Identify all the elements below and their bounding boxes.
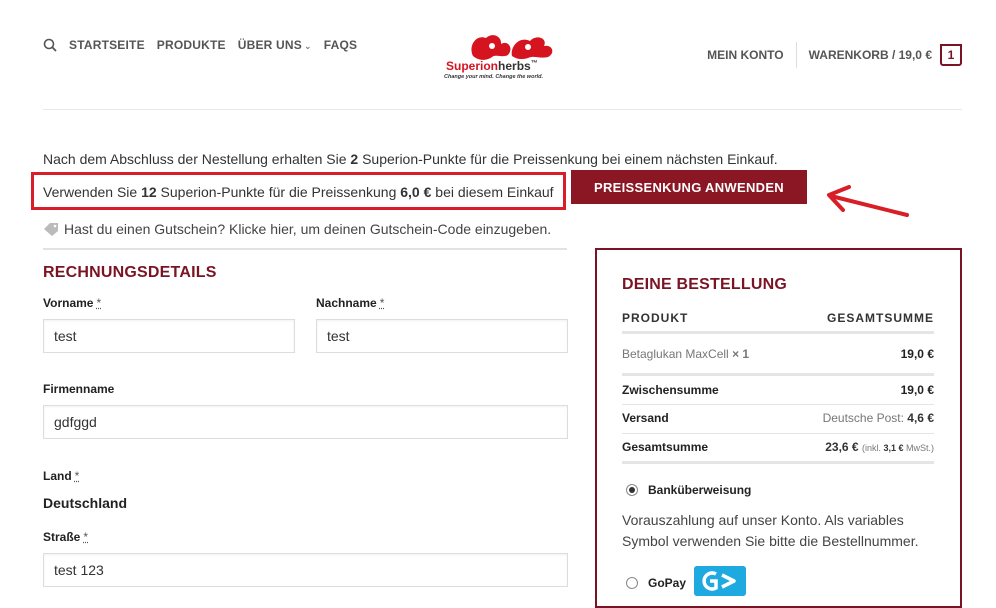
shipping-label: Versand bbox=[622, 411, 669, 425]
last-name-label-text: Nachname bbox=[316, 296, 377, 310]
company-field[interactable]: gdfggd bbox=[43, 405, 568, 439]
radio-unchecked-icon[interactable] bbox=[626, 577, 638, 589]
column-total: GESAMTSUMME bbox=[827, 311, 934, 325]
item-price: 19,0 € bbox=[900, 347, 934, 361]
first-name-field[interactable]: test bbox=[43, 319, 295, 353]
subtotal-row: Zwischensumme 19,0 € bbox=[622, 383, 934, 397]
order-header-row: PRODUKT GESAMTSUMME bbox=[622, 311, 934, 325]
total-value: 23,6 € bbox=[825, 440, 859, 454]
account-nav: MEIN KONTO WARENKORB / 19,0 € 1 bbox=[707, 42, 962, 68]
section-divider bbox=[43, 248, 567, 250]
nav-item-produkte[interactable]: PRODUKTE bbox=[157, 38, 226, 52]
points-info-post: Superion-Punkte für die Preissenkung bei… bbox=[358, 151, 778, 167]
shipping-row: Versand Deutsche Post: 4,6 € bbox=[622, 411, 934, 425]
order-divider bbox=[622, 404, 934, 405]
required-marker: * bbox=[74, 469, 80, 483]
order-divider bbox=[622, 373, 934, 376]
total-row: Gesamtsumme 23,6 € (inkl. 3,1 € MwSt.) bbox=[622, 440, 934, 454]
order-divider bbox=[622, 433, 934, 434]
payment-bank-description: Vorauszahlung auf unser Konto. Als varia… bbox=[622, 512, 919, 549]
gopay-logo-icon bbox=[694, 566, 746, 596]
street-label-text: Straße bbox=[43, 530, 81, 544]
required-marker: * bbox=[379, 296, 385, 310]
logo-brand-red: Superion bbox=[446, 59, 499, 73]
payment-gopay-label: GoPay bbox=[648, 576, 687, 590]
country-label-text: Land bbox=[43, 469, 72, 483]
street-label: Straße * bbox=[43, 530, 88, 544]
last-name-label: Nachname * bbox=[316, 296, 384, 310]
points-available: 12 bbox=[141, 184, 157, 200]
payment-bank-label: Banküberweisung bbox=[648, 483, 752, 497]
street-field[interactable]: test 123 bbox=[43, 553, 568, 587]
last-name-field[interactable]: test bbox=[316, 319, 568, 353]
country-value: Deutschland bbox=[43, 495, 128, 511]
column-product: PRODUKT bbox=[622, 311, 689, 325]
shipping-value: 4,6 € bbox=[907, 411, 934, 425]
tax-post: MwSt.) bbox=[903, 443, 934, 453]
cart-count-badge: 1 bbox=[940, 44, 962, 66]
nav-item-faqs[interactable]: FAQS bbox=[324, 38, 357, 52]
logo-wordmark: Superionherbs™ bbox=[446, 59, 538, 73]
billing-title: RECHNUNGSDETAILS bbox=[43, 264, 217, 281]
coupon-link[interactable]: Hast du einen Gutschein? Klicke hier, um… bbox=[64, 221, 551, 237]
cart-link[interactable]: WARENKORB / 19,0 € 1 bbox=[797, 44, 962, 66]
logo-brand-dark: herbs bbox=[498, 59, 531, 73]
coupon-notice[interactable]: Hast du einen Gutschein? Klicke hier, um… bbox=[43, 221, 551, 237]
nav-item-ueber-uns[interactable]: ÜBER UNS ⌄ bbox=[238, 38, 312, 52]
required-marker: * bbox=[83, 530, 89, 544]
tag-icon bbox=[44, 223, 58, 236]
order-divider bbox=[622, 461, 934, 464]
order-item: Betaglukan MaxCell × 1 bbox=[622, 347, 749, 361]
payment-option-bank[interactable]: Banküberweisung bbox=[626, 483, 751, 497]
discount-amount: 6,0 € bbox=[400, 184, 432, 200]
nav-item-startseite[interactable]: STARTSEITE bbox=[69, 38, 145, 52]
header-divider bbox=[43, 109, 962, 110]
shipping-method: Deutsche Post: bbox=[822, 411, 904, 425]
total-label: Gesamtsumme bbox=[622, 440, 709, 454]
my-account-link[interactable]: MEIN KONTO bbox=[707, 42, 797, 68]
payment-option-gopay[interactable]: GoPay bbox=[626, 576, 686, 590]
required-marker: * bbox=[96, 296, 102, 310]
points-use-mid: Superion-Punkte für die Preissenkung bbox=[156, 184, 401, 200]
company-label: Firmenname bbox=[43, 382, 115, 396]
radio-checked-icon[interactable] bbox=[626, 484, 638, 496]
subtotal-label: Zwischensumme bbox=[622, 383, 719, 397]
cart-label: WARENKORB / 19,0 € bbox=[808, 48, 932, 62]
order-divider bbox=[622, 331, 934, 334]
first-name-label-text: Vorname bbox=[43, 296, 94, 310]
subtotal-value: 19,0 € bbox=[900, 383, 934, 397]
chevron-down-icon: ⌄ bbox=[304, 41, 312, 51]
shipping-value-group: Deutsche Post: 4,6 € bbox=[823, 411, 934, 425]
points-use-post: bei diesem Einkauf bbox=[431, 184, 554, 200]
country-label: Land * bbox=[43, 469, 79, 483]
points-use-notice: Verwenden Sie 12 Superion-Punkte für die… bbox=[43, 184, 554, 200]
item-qty: × 1 bbox=[732, 347, 750, 361]
order-summary-box bbox=[595, 248, 962, 608]
tax-value: 3,1 € bbox=[883, 443, 904, 453]
nav-item-ueber-uns-label: ÜBER UNS bbox=[237, 38, 302, 52]
logo-trademark: ™ bbox=[530, 60, 538, 67]
points-use-pre: Verwenden Sie bbox=[43, 184, 142, 200]
main-nav: STARTSEITE PRODUKTE ÜBER UNS ⌄ FAQS bbox=[43, 38, 357, 52]
apply-discount-button[interactable]: PREISSENKUNG ANWENDEN bbox=[571, 170, 807, 204]
arrow-left-icon bbox=[827, 185, 909, 217]
points-info-pre: Nach dem Abschluss der Nestellung erhalt… bbox=[43, 151, 351, 167]
search-icon[interactable] bbox=[43, 38, 57, 52]
total-value-group: 23,6 € (inkl. 3,1 € MwSt.) bbox=[825, 440, 934, 454]
points-info-notice: Nach dem Abschluss der Nestellung erhalt… bbox=[43, 151, 778, 167]
first-name-label: Vorname * bbox=[43, 296, 101, 310]
order-item-row: Betaglukan MaxCell × 1 19,0 € bbox=[622, 347, 934, 361]
item-name: Betaglukan MaxCell bbox=[622, 347, 729, 361]
logo-tagline: Change your mind. Change the world. bbox=[444, 74, 544, 80]
tax-pre: (inkl. bbox=[861, 443, 884, 453]
order-title: DEINE BESTELLUNG bbox=[622, 276, 787, 293]
